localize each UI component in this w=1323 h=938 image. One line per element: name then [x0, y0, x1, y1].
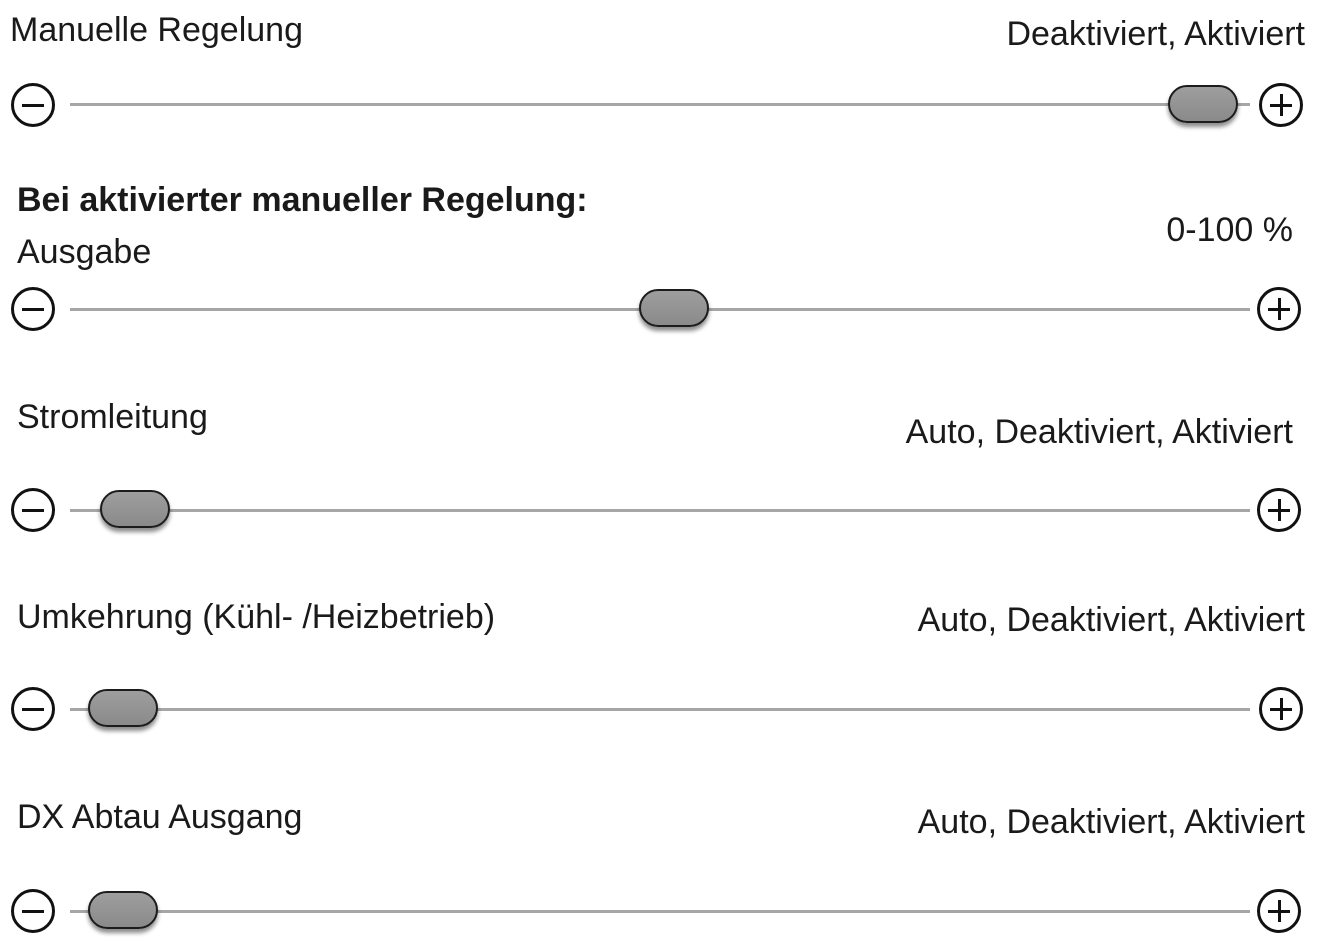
power-line-minus-icon[interactable]	[11, 488, 55, 532]
section-heading: Bei aktivierter manueller Regelung:	[17, 181, 588, 219]
power-line-plus-icon[interactable]	[1257, 488, 1301, 532]
dx-defrost-options: Auto, Deaktiviert, Aktiviert	[917, 803, 1305, 841]
output-minus-icon[interactable]	[11, 287, 55, 331]
dx-defrost-plus-icon[interactable]	[1257, 889, 1301, 933]
manual-control-label: Manuelle Regelung	[10, 11, 303, 49]
dx-defrost-slider-thumb[interactable]	[88, 891, 158, 929]
reversal-plus-icon[interactable]	[1259, 687, 1303, 731]
reversal-minus-icon[interactable]	[11, 687, 55, 731]
power-line-label: Stromleitung	[17, 398, 208, 436]
dx-defrost-label: DX Abtau Ausgang	[17, 798, 303, 836]
manual-control-plus-icon[interactable]	[1259, 83, 1303, 127]
dx-defrost-slider-track[interactable]	[70, 910, 1250, 913]
power-line-slider-track[interactable]	[70, 509, 1250, 512]
output-label: Ausgabe	[17, 233, 152, 271]
output-slider-thumb[interactable]	[639, 289, 709, 327]
reversal-slider-track[interactable]	[70, 708, 1250, 711]
manual-control-minus-icon[interactable]	[11, 83, 55, 127]
manual-control-slider-thumb[interactable]	[1168, 85, 1238, 123]
power-line-options: Auto, Deaktiviert, Aktiviert	[905, 413, 1293, 451]
manual-control-options: Deaktiviert, Aktiviert	[1006, 15, 1305, 53]
reversal-slider-thumb[interactable]	[88, 689, 158, 727]
power-line-slider-thumb[interactable]	[100, 490, 170, 528]
manual-control-slider-track[interactable]	[70, 103, 1250, 106]
reversal-label: Umkehrung (Kühl- /Heizbetrieb)	[17, 598, 496, 636]
reversal-options: Auto, Deaktiviert, Aktiviert	[917, 601, 1305, 639]
output-plus-icon[interactable]	[1257, 287, 1301, 331]
output-range: 0-100 %	[1166, 211, 1293, 249]
dx-defrost-minus-icon[interactable]	[11, 889, 55, 933]
